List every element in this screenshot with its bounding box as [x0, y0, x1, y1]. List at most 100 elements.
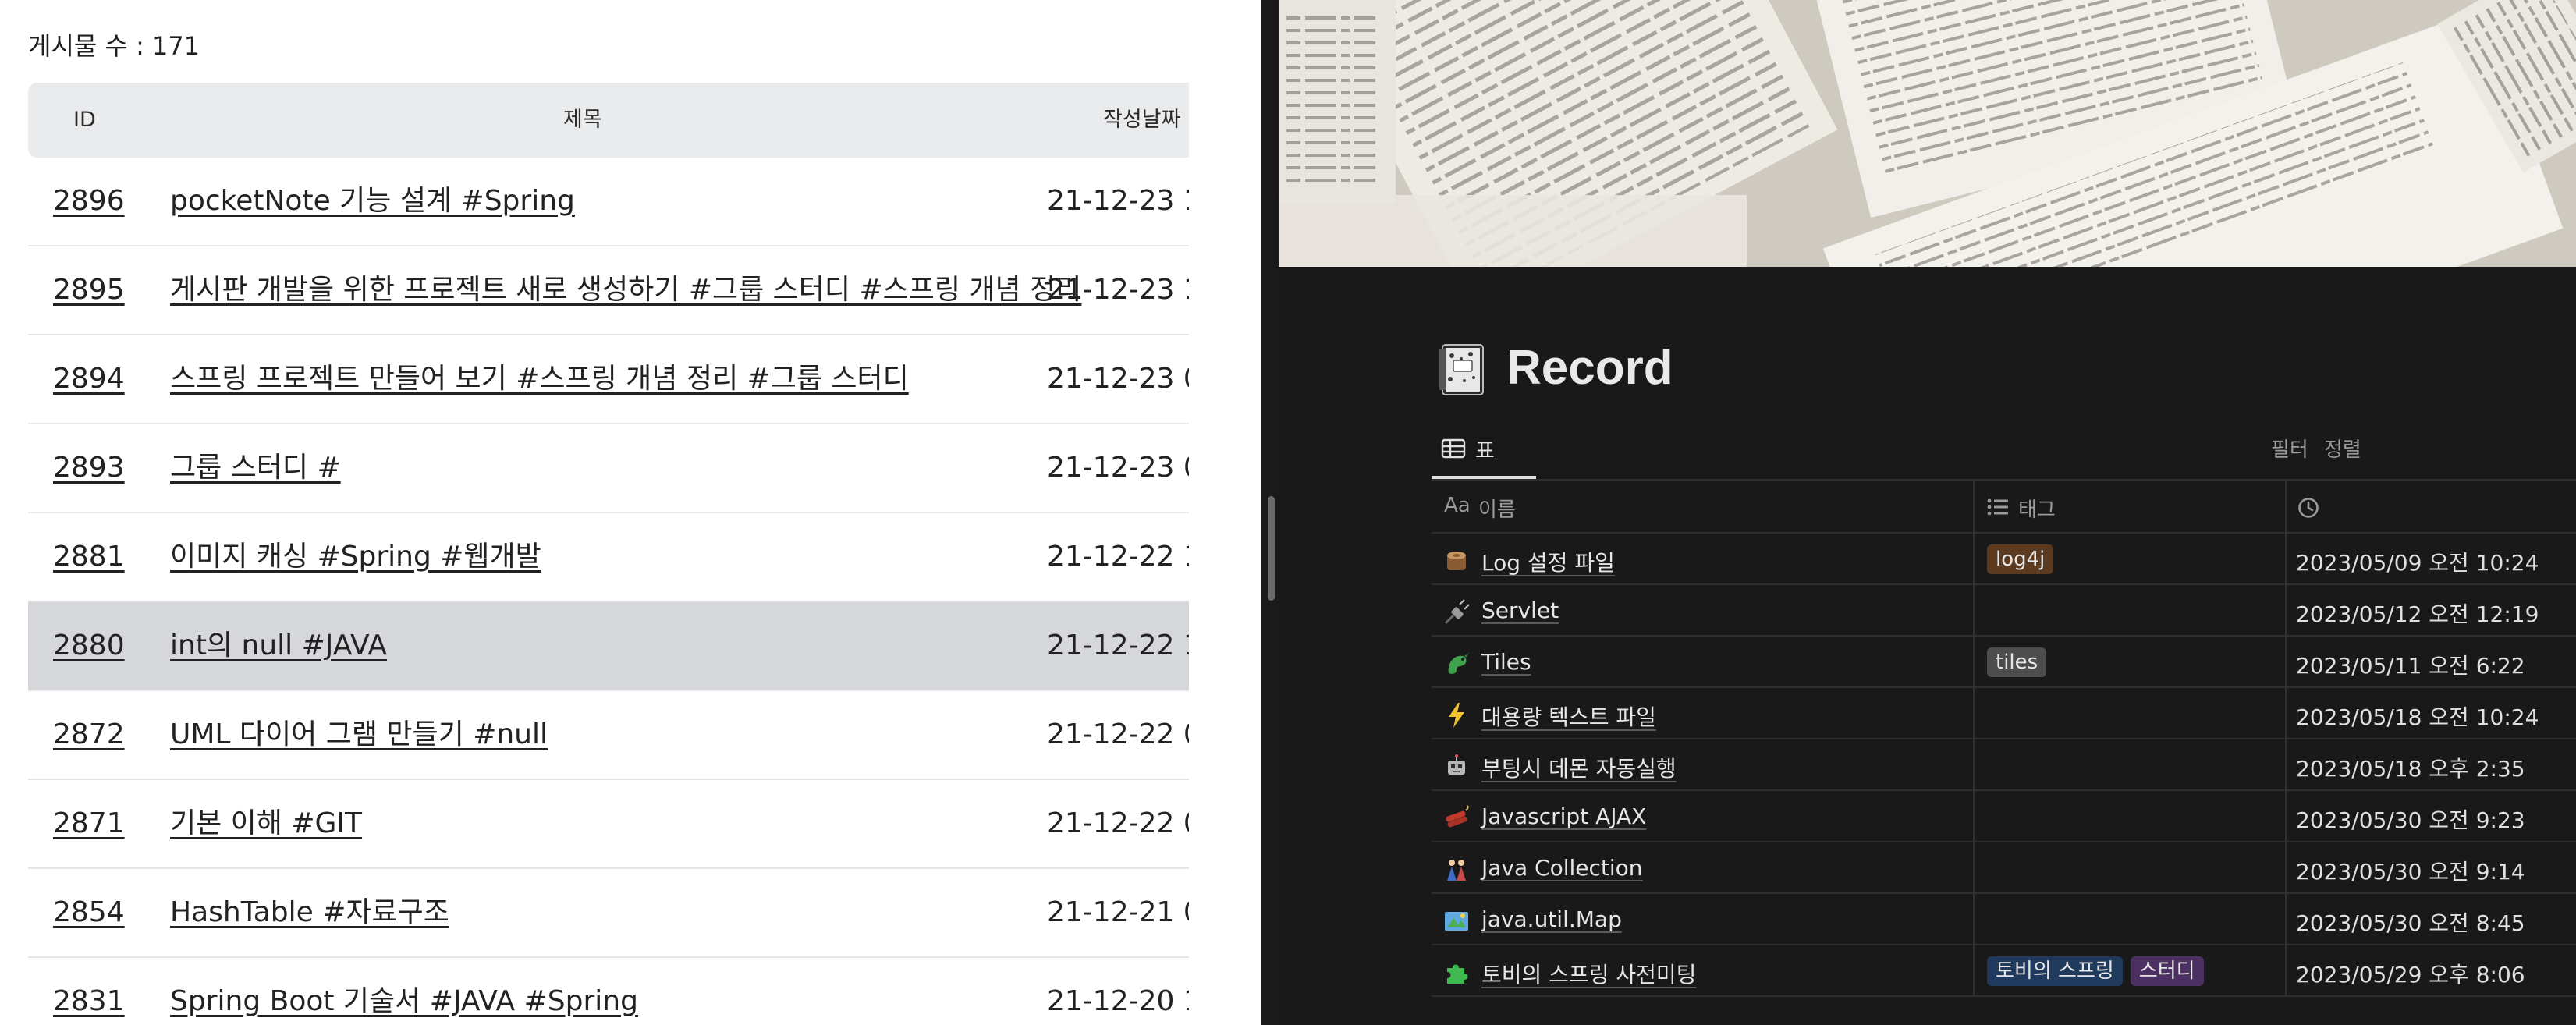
- board-table: ID 제목 작성날짜 2896 pocketNote 기능 설계 #Spring 2…: [28, 83, 1189, 1025]
- tree-stump-icon: [1447, 552, 1466, 570]
- row-title[interactable]: Java Collection: [1481, 855, 1643, 881]
- robot-icon: [1448, 754, 1465, 775]
- created-time: 2023/05/18 오전 10:24: [2296, 704, 2539, 730]
- database-row[interactable]: Log 설정 파일 log4j 2023/05/09 오전 10:24: [1432, 534, 2576, 585]
- column-divider: [1973, 688, 1975, 739]
- column-divider: [2285, 945, 2287, 997]
- people-icon: [1447, 860, 1466, 881]
- post-date: 21-12-22 14:3: [1047, 541, 1189, 573]
- notebook-icon[interactable]: [1438, 342, 1488, 398]
- post-id-link[interactable]: 2893: [53, 424, 125, 512]
- database-row[interactable]: Java Collection 2023/05/30 오전 9:14: [1432, 842, 2576, 894]
- column-header-name-label: 이름: [1478, 498, 1516, 522]
- column-divider: [1973, 791, 1975, 842]
- post-title-link[interactable]: Spring Boot 기술서 #JAVA #Spring: [170, 958, 638, 1025]
- post-date: 21-12-23 10:3: [1047, 274, 1189, 306]
- cover-paper-illustration: [1279, 0, 2576, 267]
- post-id-link[interactable]: 2881: [53, 513, 125, 601]
- post-date: 21-12-21 09:4: [1047, 896, 1189, 928]
- post-id-link[interactable]: 2854: [53, 869, 125, 956]
- post-title-link[interactable]: 스프링 프로젝트 만들어 보기 #스프링 개념 정리 #그룹 스터디: [170, 335, 909, 423]
- table-row[interactable]: 2854 HashTable #자료구조 21-12-21 09:4: [28, 869, 1189, 958]
- tags-cell[interactable]: tiles: [1987, 647, 2054, 677]
- post-title-link[interactable]: 이미지 캐싱 #Spring #웹개발: [170, 513, 541, 601]
- tag-badge: 토비의 스프링: [1987, 956, 2123, 986]
- map-icon: [1445, 912, 1468, 931]
- table-row[interactable]: 2894 스프링 프로젝트 만들어 보기 #스프링 개념 정리 #그룹 스터디 21…: [28, 335, 1189, 424]
- row-title[interactable]: 대용량 텍스트 파일: [1481, 700, 1656, 732]
- post-id-link[interactable]: 2880: [53, 602, 125, 690]
- text-property-icon: Aa: [1444, 494, 1471, 517]
- created-time: 2023/05/29 오후 8:06: [2296, 962, 2525, 988]
- column-header-created-time[interactable]: [2285, 481, 2576, 532]
- table-row[interactable]: 2895 게시판 개발을 위한 프로젝트 새로 생성하기 #그룹 스터디 #스프링…: [28, 246, 1189, 335]
- post-title-link[interactable]: 그룹 스터디 #: [170, 424, 341, 512]
- tags-cell[interactable]: log4j: [1987, 544, 2061, 574]
- post-date: 21-12-23 09:5: [1047, 363, 1189, 395]
- column-divider: [2285, 842, 2287, 894]
- database-row[interactable]: Javascript AJAX 2023/05/30 오전 9:23: [1432, 791, 2576, 842]
- database-row[interactable]: 대용량 텍스트 파일 2023/05/18 오전 10:24: [1432, 688, 2576, 739]
- post-title-link[interactable]: UML 다이어 그램 만들기 #null: [170, 691, 548, 779]
- row-title[interactable]: Log 설정 파일: [1481, 546, 1615, 577]
- post-id-link[interactable]: 2871: [53, 780, 125, 867]
- post-id-link[interactable]: 2896: [53, 158, 125, 245]
- table-row[interactable]: 2831 Spring Boot 기술서 #JAVA #Spring 21-12-2…: [28, 958, 1189, 1025]
- puzzle-icon: [1447, 964, 1468, 984]
- split-resize-handle[interactable]: [1268, 496, 1275, 601]
- table-row[interactable]: 2872 UML 다이어 그램 만들기 #null 21-12-22 09:5: [28, 691, 1189, 780]
- tags-cell[interactable]: 토비의 스프링 스터디: [1987, 956, 2212, 986]
- board-table-header: ID 제목 작성날짜: [28, 83, 1189, 158]
- post-id-link[interactable]: 2895: [53, 246, 125, 334]
- database-row[interactable]: Tiles tiles 2023/05/11 오전 6:22: [1432, 637, 2576, 688]
- cover-image[interactable]: [1279, 0, 2576, 267]
- table-row[interactable]: 2881 이미지 캐싱 #Spring #웹개발 21-12-22 14:3: [28, 513, 1189, 602]
- post-id-link[interactable]: 2894: [53, 335, 125, 423]
- column-header-name[interactable]: Aa 이름: [1432, 481, 1973, 532]
- database-row[interactable]: Servlet 2023/05/12 오전 12:19: [1432, 585, 2576, 637]
- column-divider: [2285, 791, 2287, 842]
- column-divider: [1973, 534, 1975, 585]
- row-title[interactable]: java.util.Map: [1481, 906, 1622, 932]
- column-header-id: ID: [73, 108, 96, 132]
- row-title[interactable]: Servlet: [1481, 598, 1559, 623]
- created-time: 2023/05/30 오전 9:23: [2296, 807, 2525, 833]
- post-title-link[interactable]: 게시판 개발을 위한 프로젝트 새로 생성하기 #그룹 스터디 #스프링 개념 …: [170, 246, 1081, 334]
- table-row[interactable]: 2893 그룹 스터디 # 21-12-23 09:2: [28, 424, 1189, 513]
- table-row[interactable]: 2896 pocketNote 기능 설계 #Spring 21-12-23 10:…: [28, 158, 1189, 246]
- column-divider: [2285, 534, 2287, 585]
- sort-button[interactable]: 정렬: [2324, 434, 2361, 463]
- row-title[interactable]: Tiles: [1481, 649, 1531, 675]
- database-row[interactable]: java.util.Map 2023/05/30 오전 8:45: [1432, 894, 2576, 945]
- post-title-link[interactable]: int의 null #JAVA: [170, 602, 387, 690]
- column-header-date: 작성날짜: [1103, 108, 1181, 132]
- row-title[interactable]: Javascript AJAX: [1481, 803, 1646, 829]
- column-header-tags-label: 태그: [2018, 498, 2056, 522]
- row-title[interactable]: 부팅시 데몬 자동실행: [1481, 752, 1677, 783]
- column-divider: [2285, 739, 2287, 791]
- clock-icon: [2298, 498, 2319, 518]
- column-divider: [1973, 894, 1975, 945]
- post-count: 게시물 수 : 171: [28, 31, 200, 61]
- post-id-link[interactable]: 2831: [53, 958, 125, 1025]
- tag-badge: 스터디: [2130, 956, 2204, 986]
- tab-table-view[interactable]: 표: [1432, 424, 1536, 479]
- filter-button[interactable]: 필터: [2271, 434, 2308, 463]
- column-divider: [1973, 739, 1975, 791]
- column-divider: [2285, 688, 2287, 739]
- post-title-link[interactable]: 기본 이해 #GIT: [170, 780, 362, 867]
- post-title-link[interactable]: pocketNote 기능 설계 #Spring: [170, 158, 575, 245]
- column-divider: [2285, 637, 2287, 688]
- column-header-tags[interactable]: 태그: [1973, 481, 2285, 532]
- created-time: 2023/05/09 오전 10:24: [2296, 550, 2539, 576]
- database-row[interactable]: 토비의 스프링 사전미팅 토비의 스프링 스터디 2023/05/29 오후 8:06: [1432, 945, 2576, 997]
- post-date: 21-12-23 10:5: [1047, 185, 1189, 217]
- table-row[interactable]: 2880 int의 null #JAVA 21-12-22 13:1: [28, 602, 1189, 691]
- database-row[interactable]: 부팅시 데몬 자동실행 2023/05/18 오후 2:35: [1432, 739, 2576, 791]
- post-title-link[interactable]: HashTable #자료구조: [170, 869, 449, 956]
- column-divider: [1973, 945, 1975, 997]
- row-title[interactable]: 토비의 스프링 사전미팅: [1481, 958, 1696, 989]
- table-row[interactable]: 2871 기본 이해 #GIT 21-12-22 09:1: [28, 780, 1189, 869]
- dynamite-icon: [1446, 805, 1469, 828]
- post-id-link[interactable]: 2872: [53, 691, 125, 779]
